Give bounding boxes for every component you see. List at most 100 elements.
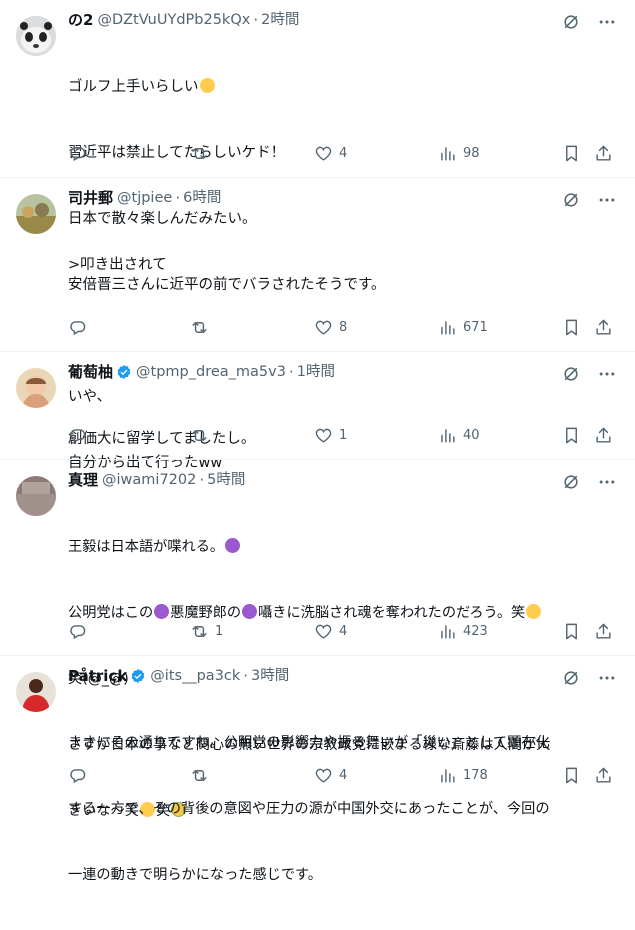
tweet-header-icons bbox=[561, 190, 617, 210]
views-chart-icon bbox=[438, 426, 457, 445]
views-chart-icon bbox=[438, 766, 457, 785]
grok-icon[interactable] bbox=[561, 364, 581, 384]
timestamp[interactable]: 5時間 bbox=[207, 470, 245, 490]
tweet-line: >叩き出されて bbox=[68, 257, 167, 273]
heart-icon bbox=[314, 144, 333, 163]
view-count: 40 bbox=[463, 428, 480, 443]
action-bar: 1 40 bbox=[68, 420, 623, 458]
avatar[interactable] bbox=[16, 476, 56, 516]
tweet[interactable]: 司井郵 @tjpiee · 6時間 >叩き出されて いや、 自分から出て行ったw… bbox=[0, 178, 635, 471]
like-count: 1 bbox=[339, 428, 348, 443]
views-button[interactable]: 423 bbox=[438, 622, 488, 641]
display-name[interactable]: 葡萄柚 bbox=[68, 362, 113, 382]
like-button[interactable]: 4 bbox=[314, 622, 347, 641]
tweet-text: まさにその通りですね。公明党の影響力や振る舞いが「災い」として顕在化 する一方で… bbox=[68, 688, 623, 930]
grok-icon[interactable] bbox=[561, 190, 581, 210]
reply-button[interactable] bbox=[68, 318, 93, 337]
like-button[interactable]: 1 bbox=[314, 426, 347, 445]
more-icon[interactable] bbox=[597, 668, 617, 688]
user-handle[interactable]: @tjpiee bbox=[117, 188, 172, 208]
share-button[interactable] bbox=[594, 766, 613, 785]
tweet[interactable]: 真理 @iwami7202 · 5時間 王毅は日本語が喋れる。 公明党はこの 悪魔… bbox=[0, 460, 635, 819]
illustration-avatar-icon bbox=[16, 368, 56, 408]
views-button[interactable]: 178 bbox=[438, 766, 488, 785]
display-name[interactable]: の2 bbox=[68, 10, 93, 30]
reply-icon bbox=[68, 426, 87, 445]
user-handle[interactable]: @iwami7202 bbox=[102, 470, 196, 490]
reply-button[interactable] bbox=[68, 144, 93, 163]
bookmark-button[interactable] bbox=[562, 766, 581, 785]
bookmark-button[interactable] bbox=[562, 318, 581, 337]
tweet-header: 葡萄柚 @tpmp_drea_ma5v3 · 1時間 bbox=[68, 362, 623, 382]
timestamp[interactable]: 2時間 bbox=[261, 10, 299, 30]
user-handle[interactable]: @DZtVuUYdPb25kQx bbox=[97, 10, 250, 30]
more-icon[interactable] bbox=[597, 12, 617, 32]
more-icon[interactable] bbox=[597, 364, 617, 384]
display-name[interactable]: 司井郵 bbox=[68, 188, 113, 208]
avatar[interactable] bbox=[16, 672, 56, 712]
tweet-header: Påtriçk @its__pa3ck · 3時間 bbox=[68, 666, 623, 686]
retweet-button[interactable] bbox=[190, 426, 215, 445]
avatar[interactable] bbox=[16, 194, 56, 234]
display-name[interactable]: Påtriçk bbox=[68, 666, 127, 686]
avatar[interactable] bbox=[16, 368, 56, 408]
user-handle[interactable]: @tpmp_drea_ma5v3 bbox=[136, 362, 286, 382]
reply-button[interactable] bbox=[68, 426, 93, 445]
retweet-button[interactable]: 1 bbox=[190, 622, 223, 641]
share-button[interactable] bbox=[594, 622, 613, 641]
grok-icon[interactable] bbox=[561, 668, 581, 688]
bookmark-icon bbox=[562, 144, 581, 163]
heart-icon bbox=[314, 318, 333, 337]
like-button[interactable]: 4 bbox=[314, 766, 347, 785]
tweet[interactable]: の2 @DZtVuUYdPb25kQx · 2時間 ゴルフ上手いらしい 習近平は… bbox=[0, 0, 635, 293]
bookmark-button[interactable] bbox=[562, 622, 581, 641]
reply-button[interactable] bbox=[68, 622, 93, 641]
retweet-icon bbox=[190, 426, 209, 445]
action-bar: 4 98 bbox=[68, 138, 623, 176]
tweet[interactable]: 葡萄柚 @tpmp_drea_ma5v3 · 1時間 創価大に留学してましたし。… bbox=[0, 352, 635, 460]
grok-icon[interactable] bbox=[561, 472, 581, 492]
timestamp[interactable]: 3時間 bbox=[251, 666, 289, 686]
bookmark-button[interactable] bbox=[562, 144, 581, 163]
like-count: 4 bbox=[339, 146, 348, 161]
views-chart-icon bbox=[438, 144, 457, 163]
share-button[interactable] bbox=[594, 144, 613, 163]
heart-icon bbox=[314, 622, 333, 641]
views-button[interactable]: 98 bbox=[438, 144, 480, 163]
tweet-header: の2 @DZtVuUYdPb25kQx · 2時間 bbox=[68, 10, 623, 30]
views-button[interactable]: 40 bbox=[438, 426, 480, 445]
avatar[interactable] bbox=[16, 16, 56, 56]
timestamp[interactable]: 6時間 bbox=[183, 188, 221, 208]
retweet-icon bbox=[190, 766, 209, 785]
retweet-button[interactable] bbox=[190, 766, 215, 785]
like-count: 4 bbox=[339, 768, 348, 783]
retweet-icon bbox=[190, 622, 209, 641]
separator-dot: · bbox=[199, 471, 205, 489]
share-button[interactable] bbox=[594, 426, 613, 445]
grinning-squinting-emoji-icon bbox=[199, 78, 215, 93]
tweet-line: まさにその通りですね。公明党の影響力や振る舞いが「災い」として顕在化 bbox=[68, 735, 550, 751]
photo-avatar-icon bbox=[16, 476, 56, 516]
grok-icon[interactable] bbox=[561, 12, 581, 32]
like-button[interactable]: 4 bbox=[314, 144, 347, 163]
more-icon[interactable] bbox=[597, 472, 617, 492]
share-icon bbox=[594, 318, 613, 337]
reply-button[interactable] bbox=[68, 766, 93, 785]
devil-emoji-icon bbox=[225, 538, 241, 553]
share-button[interactable] bbox=[594, 318, 613, 337]
retweet-button[interactable] bbox=[190, 318, 215, 337]
more-icon[interactable] bbox=[597, 190, 617, 210]
user-handle[interactable]: @its__pa3ck bbox=[150, 666, 240, 686]
like-count: 8 bbox=[339, 320, 348, 335]
views-button[interactable]: 671 bbox=[438, 318, 488, 337]
display-name[interactable]: 真理 bbox=[68, 470, 98, 490]
views-chart-icon bbox=[438, 622, 457, 641]
heart-icon bbox=[314, 766, 333, 785]
verified-badge-icon bbox=[116, 364, 132, 380]
like-button[interactable]: 8 bbox=[314, 318, 347, 337]
tweet-line: 王毅は日本語が喋れる。 bbox=[68, 539, 225, 555]
timestamp[interactable]: 1時間 bbox=[297, 362, 335, 382]
tweet[interactable]: Påtriçk @its__pa3ck · 3時間 まさにその通りですね。公明党… bbox=[0, 656, 635, 883]
bookmark-button[interactable] bbox=[562, 426, 581, 445]
retweet-button[interactable] bbox=[190, 144, 215, 163]
